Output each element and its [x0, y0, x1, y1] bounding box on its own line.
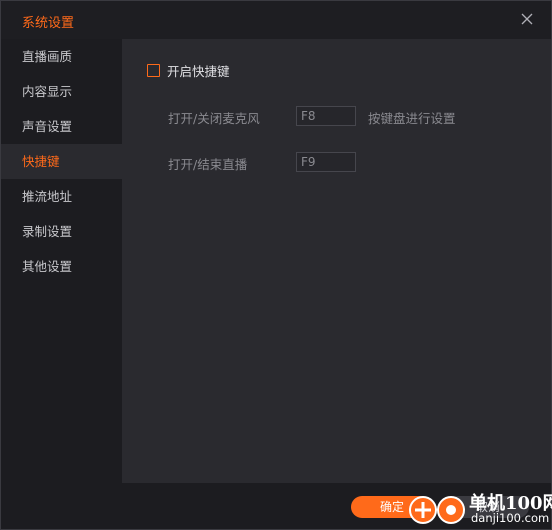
hotkey-label-live: 打开/结束直播	[168, 157, 248, 172]
close-icon[interactable]	[519, 11, 535, 27]
title-bar[interactable]: 系统设置	[1, 1, 551, 39]
dialog-title: 系统设置	[22, 16, 75, 31]
hotkeys-panel: 开启快捷键 打开/关闭麦克风 F8 按键盘进行设置 打开/结束直播 F9	[122, 39, 551, 483]
hotkey-input-microphone[interactable]: F8	[296, 106, 356, 126]
enable-hotkeys-label[interactable]: 开启快捷键	[167, 61, 230, 80]
hotkey-input-live[interactable]: F9	[296, 152, 356, 172]
sidebar-item-recording[interactable]: 录制设置	[1, 214, 122, 249]
watermark-url: danji100.com	[471, 511, 550, 525]
sidebar-item-hotkeys[interactable]: 快捷键	[1, 144, 122, 179]
sidebar-item-stream-address[interactable]: 推流地址	[1, 179, 122, 214]
hotkey-hint: 按键盘进行设置	[368, 111, 456, 126]
sidebar-item-sound[interactable]: 声音设置	[1, 109, 122, 144]
settings-dialog: 系统设置 直播画质 内容显示 声音设置 快捷键 推流地址 录制设置 其他设置 开…	[0, 0, 552, 530]
sidebar-item-other[interactable]: 其他设置	[1, 249, 122, 284]
watermark: 单机100网 danji100.com	[409, 489, 552, 530]
hotkey-label-microphone: 打开/关闭麦克风	[168, 111, 260, 126]
settings-sidebar: 直播画质 内容显示 声音设置 快捷键 推流地址 录制设置 其他设置	[1, 39, 122, 483]
enable-hotkeys-row[interactable]: 开启快捷键	[147, 61, 230, 80]
sidebar-item-video-quality[interactable]: 直播画质	[1, 39, 122, 74]
watermark-logo-icon	[409, 496, 465, 524]
enable-hotkeys-checkbox[interactable]	[147, 63, 160, 77]
sidebar-item-content-display[interactable]: 内容显示	[1, 74, 122, 109]
